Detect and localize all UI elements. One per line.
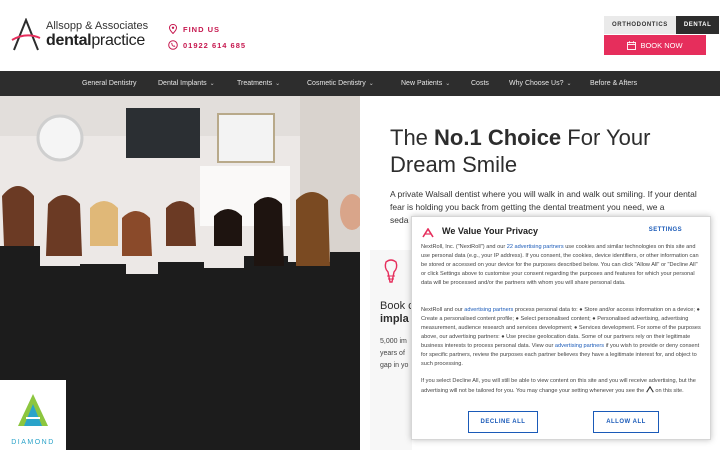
nav-item-new-patients[interactable]: New Patients ⌄ bbox=[401, 71, 450, 96]
chevron-down-icon: ⌄ bbox=[209, 81, 215, 87]
nav-item-label: Treatments bbox=[237, 80, 273, 87]
nextroll-logo-icon bbox=[422, 228, 434, 238]
consent-text: NextRoll, Inc. ("NextRoll") and our bbox=[421, 244, 507, 250]
hero-headline: The No.1 Choice For Your Dream Smile bbox=[390, 124, 710, 178]
phone-icon bbox=[168, 40, 178, 50]
diamond-badge: DIAMOND bbox=[0, 380, 66, 450]
nav-item-label: Before & Afters bbox=[590, 80, 638, 87]
calendar-icon bbox=[627, 40, 637, 50]
book-now-button[interactable]: BOOK NOW bbox=[604, 35, 706, 55]
consent-paragraph-2: NextRoll and our advertising partners pr… bbox=[421, 306, 703, 369]
nav-item-treatments[interactable]: Treatments ⌄ bbox=[237, 71, 280, 96]
advertising-partners-link[interactable]: advertising partners bbox=[555, 343, 604, 349]
tooth-implant-icon bbox=[384, 259, 398, 283]
diamond-label: DIAMOND bbox=[11, 439, 55, 446]
nav-item-dental-implants[interactable]: Dental Implants ⌄ bbox=[158, 71, 215, 96]
main-nav: General Dentistry Dental Implants ⌄ Treat… bbox=[0, 71, 720, 96]
card-body-line: gap in yo bbox=[380, 362, 409, 369]
logo-word-practice: practice bbox=[91, 32, 145, 49]
consent-title: We Value Your Privacy bbox=[442, 226, 539, 236]
nav-item-label: Dental Implants bbox=[158, 80, 207, 87]
chevron-down-icon: ⌄ bbox=[566, 81, 572, 87]
settings-link[interactable]: SETTINGS bbox=[649, 227, 682, 233]
intro-text: A private Walsall dentist where you will… bbox=[390, 189, 697, 212]
chevron-down-icon: ⌄ bbox=[368, 81, 374, 87]
nextroll-inline-icon bbox=[646, 385, 654, 393]
logo-line2: dentalpractice bbox=[46, 32, 145, 50]
practice-tabs: ORTHODONTICS DENTAL bbox=[604, 16, 720, 34]
nav-item-label: Cosmetic Dentistry bbox=[307, 80, 366, 87]
site-header: Allsopp & Associates dentalpractice FIND… bbox=[0, 0, 720, 71]
consent-paragraph-3: If you select Decline All, you will stil… bbox=[421, 377, 703, 396]
headline-bold: No.1 Choice bbox=[434, 125, 562, 150]
advertising-partners-link[interactable]: advertising partners bbox=[464, 307, 513, 313]
consent-text: use cookies and similar technologies on … bbox=[421, 244, 699, 286]
advertising-partners-link[interactable]: 22 advertising partners bbox=[507, 244, 564, 250]
card-title-a: Book c bbox=[380, 300, 414, 312]
book-now-label: BOOK NOW bbox=[640, 40, 683, 50]
tab-dental[interactable]: DENTAL bbox=[675, 16, 720, 34]
nav-item-general-dentistry[interactable]: General Dentistry bbox=[82, 71, 136, 96]
logo-word-dental: dental bbox=[46, 32, 92, 49]
phone-link[interactable]: 01922 614 685 bbox=[168, 38, 246, 52]
privacy-consent-dialog: We Value Your Privacy SETTINGS NextRoll,… bbox=[411, 216, 711, 440]
nav-item-cosmetic-dentistry[interactable]: Cosmetic Dentistry ⌄ bbox=[307, 71, 374, 96]
contact-block: FIND US 01922 614 685 bbox=[168, 22, 246, 54]
card-body-line: years of bbox=[380, 350, 405, 357]
find-us-link[interactable]: FIND US bbox=[168, 22, 246, 36]
nav-item-why-choose-us[interactable]: Why Choose Us? ⌄ bbox=[509, 71, 572, 96]
card-title-b: impla bbox=[380, 313, 409, 325]
nav-item-label: General Dentistry bbox=[82, 80, 137, 87]
nav-item-label: New Patients bbox=[401, 80, 443, 87]
phone-number: 01922 614 685 bbox=[183, 40, 247, 50]
headline-pre: The bbox=[390, 125, 435, 150]
nav-item-costs[interactable]: Costs bbox=[471, 71, 489, 96]
logo-line1: Allsopp & Associates bbox=[46, 20, 149, 32]
page: Allsopp & Associates dentalpractice FIND… bbox=[0, 0, 720, 450]
logo-mark-icon bbox=[11, 18, 41, 51]
card-body-line: 5,000 im bbox=[380, 338, 407, 345]
map-pin-icon bbox=[168, 24, 178, 34]
tab-orthodontics[interactable]: ORTHODONTICS bbox=[604, 16, 676, 34]
intro-line3: seda bbox=[390, 215, 409, 225]
chevron-down-icon: ⌄ bbox=[275, 81, 281, 87]
consent-paragraph-1: NextRoll, Inc. ("NextRoll") and our 22 a… bbox=[421, 243, 703, 288]
allow-all-button[interactable]: ALLOW ALL bbox=[593, 411, 659, 433]
nav-item-label: Why Choose Us? bbox=[509, 80, 564, 87]
consent-text: on this site. bbox=[653, 388, 684, 394]
decline-all-button[interactable]: DECLINE ALL bbox=[468, 411, 538, 433]
chevron-down-icon: ⌄ bbox=[445, 81, 451, 87]
consent-text: NextRoll and our bbox=[421, 307, 465, 313]
nav-item-before-afters[interactable]: Before & Afters bbox=[590, 71, 637, 96]
logo[interactable]: Allsopp & Associates dentalpractice bbox=[10, 18, 150, 54]
diamond-logo-icon bbox=[18, 394, 48, 426]
find-us-label: FIND US bbox=[183, 24, 220, 34]
nav-item-label: Costs bbox=[471, 80, 489, 87]
